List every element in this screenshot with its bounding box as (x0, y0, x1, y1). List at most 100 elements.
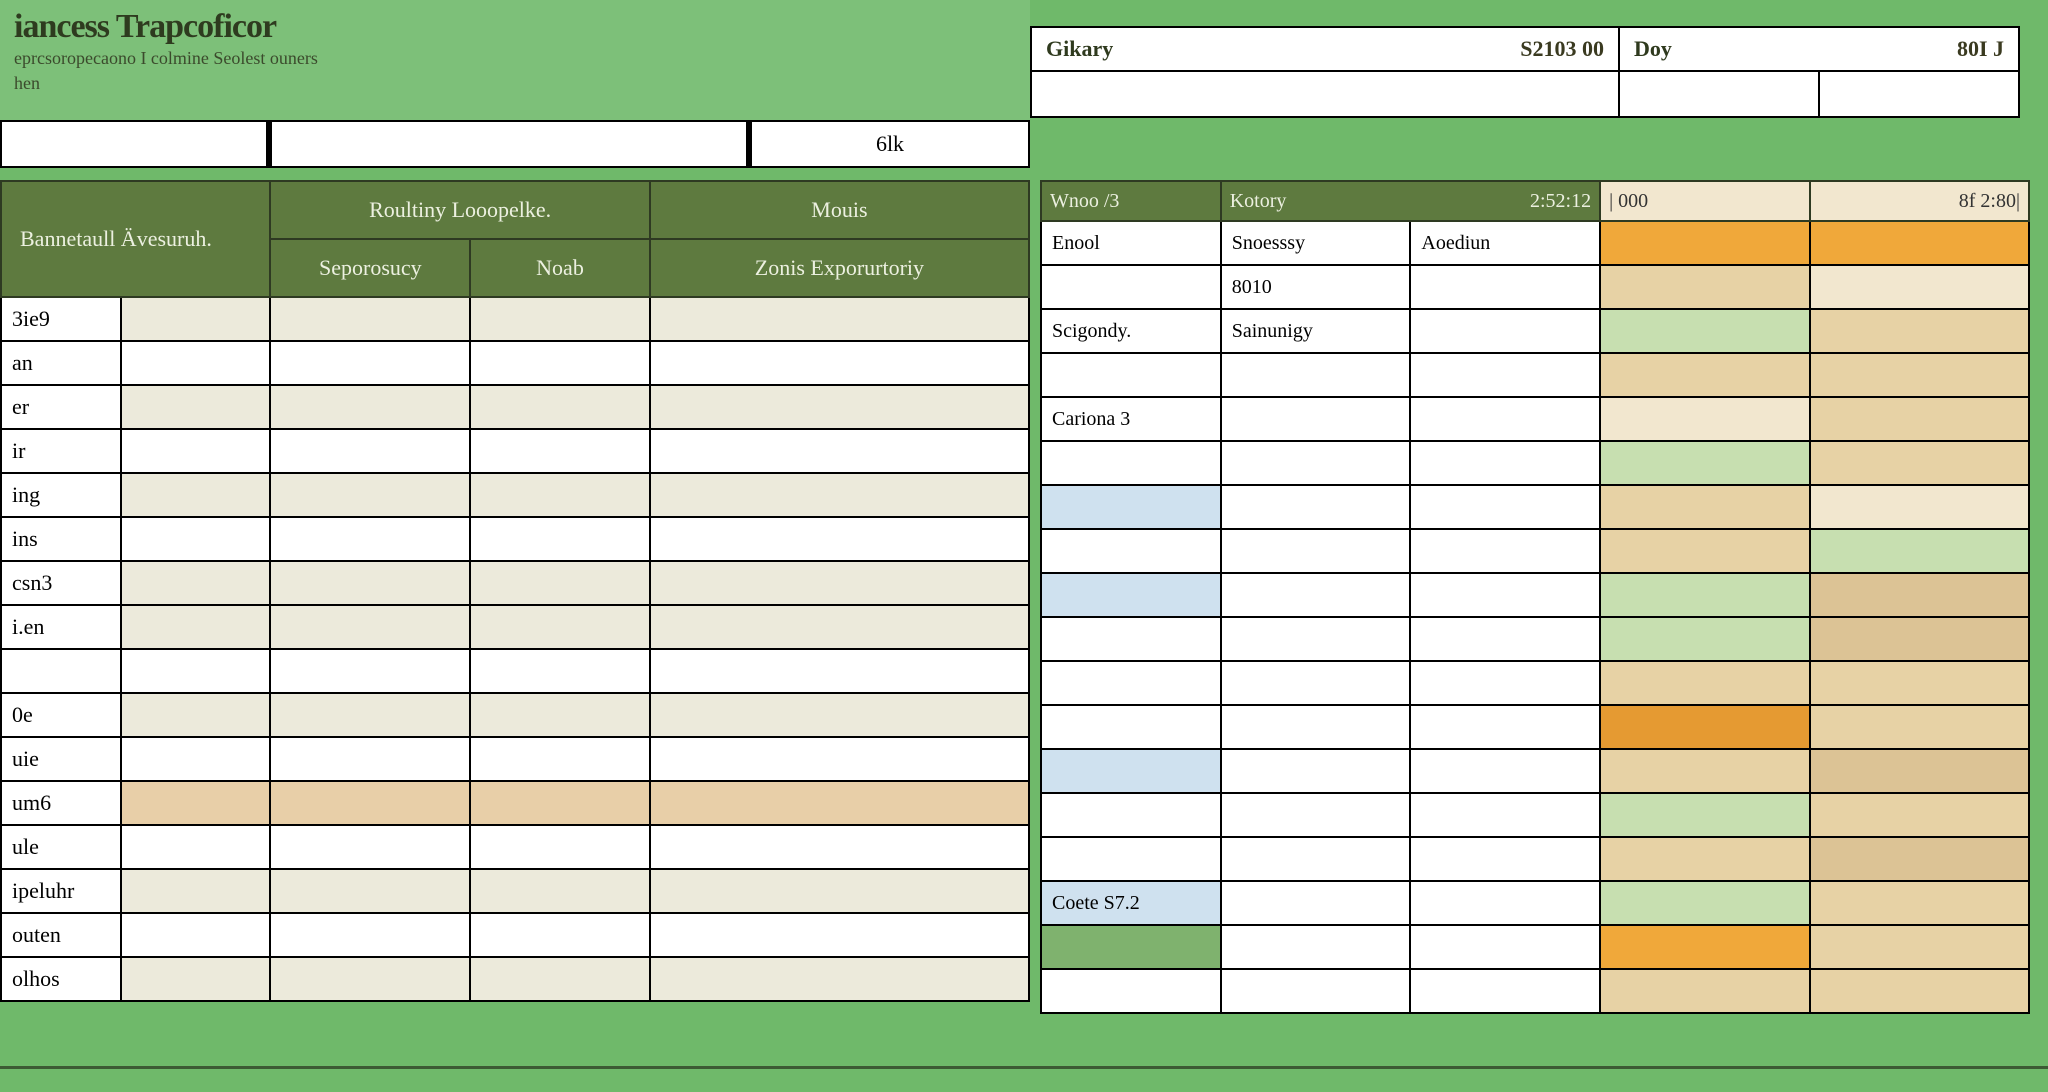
left-cell[interactable] (121, 913, 271, 957)
right-cell[interactable] (1810, 529, 2029, 573)
right-cell[interactable] (1221, 705, 1411, 749)
right-cell[interactable] (1410, 441, 1600, 485)
left-cell[interactable] (470, 517, 650, 561)
right-cell[interactable] (1410, 925, 1600, 969)
right-cell[interactable] (1600, 749, 1809, 793)
left-cell[interactable] (121, 957, 271, 1001)
left-cell[interactable] (650, 693, 1029, 737)
right-cell[interactable] (1600, 265, 1809, 309)
right-cell[interactable] (1600, 617, 1809, 661)
left-cell[interactable] (650, 561, 1029, 605)
left-cell[interactable] (470, 693, 650, 737)
right-cell[interactable] (1221, 793, 1411, 837)
right-cell[interactable] (1041, 705, 1221, 749)
left-cell[interactable] (470, 297, 650, 341)
right-cell[interactable] (1410, 529, 1600, 573)
left-cell[interactable] (470, 473, 650, 517)
left-row-label[interactable]: ing (1, 473, 121, 517)
left-row-label[interactable]: olhos (1, 957, 121, 1001)
strip-cell-a[interactable] (0, 120, 270, 168)
left-row-label[interactable]: outen (1, 913, 121, 957)
left-cell[interactable] (470, 561, 650, 605)
left-cell[interactable] (121, 737, 271, 781)
left-cell[interactable] (270, 649, 470, 693)
left-cell[interactable] (470, 385, 650, 429)
summary-empty-2[interactable] (1820, 72, 2020, 118)
left-cell[interactable] (270, 737, 470, 781)
right-cell[interactable] (1600, 353, 1809, 397)
right-cell[interactable] (1041, 617, 1221, 661)
left-cell[interactable] (650, 737, 1029, 781)
left-cell[interactable] (270, 385, 470, 429)
left-cell[interactable] (270, 957, 470, 1001)
left-row-label[interactable]: ins (1, 517, 121, 561)
right-cell[interactable] (1600, 705, 1809, 749)
right-cell[interactable] (1221, 353, 1411, 397)
right-cell[interactable] (1600, 309, 1809, 353)
right-cell[interactable] (1600, 925, 1809, 969)
right-cell[interactable] (1810, 221, 2029, 265)
right-cell[interactable] (1041, 265, 1221, 309)
right-cell[interactable] (1221, 485, 1411, 529)
left-row-label[interactable]: 0e (1, 693, 121, 737)
right-cell[interactable] (1600, 221, 1809, 265)
right-cell[interactable] (1810, 353, 2029, 397)
left-cell[interactable] (121, 825, 271, 869)
right-cell[interactable] (1221, 397, 1411, 441)
left-cell[interactable] (270, 913, 470, 957)
right-cell[interactable] (1221, 969, 1411, 1013)
right-cell[interactable] (1600, 793, 1809, 837)
right-cell[interactable] (1810, 397, 2029, 441)
right-cell[interactable] (1810, 793, 2029, 837)
left-cell[interactable] (270, 693, 470, 737)
right-cell[interactable] (1810, 925, 2029, 969)
left-cell[interactable] (470, 737, 650, 781)
left-cell[interactable] (270, 517, 470, 561)
left-row-label[interactable]: um6 (1, 781, 121, 825)
left-cell[interactable] (470, 957, 650, 1001)
right-cell[interactable] (1410, 309, 1600, 353)
right-cell[interactable] (1810, 705, 2029, 749)
left-cell[interactable] (470, 341, 650, 385)
left-cell[interactable] (121, 385, 271, 429)
left-row-label[interactable]: ir (1, 429, 121, 473)
right-cell[interactable] (1600, 573, 1809, 617)
right-cell[interactable] (1410, 661, 1600, 705)
left-cell[interactable] (650, 957, 1029, 1001)
right-cell[interactable] (1810, 485, 2029, 529)
left-row-label[interactable]: uie (1, 737, 121, 781)
left-cell[interactable] (121, 429, 271, 473)
right-cell[interactable] (1810, 573, 2029, 617)
right-cell[interactable] (1600, 881, 1809, 925)
right-cell[interactable] (1041, 793, 1221, 837)
right-cell[interactable] (1221, 881, 1411, 925)
right-cell[interactable]: Enool (1041, 221, 1221, 265)
left-cell[interactable] (470, 429, 650, 473)
left-cell[interactable] (470, 649, 650, 693)
right-cell[interactable] (1410, 397, 1600, 441)
left-cell[interactable] (121, 561, 271, 605)
right-cell[interactable] (1041, 749, 1221, 793)
right-cell[interactable] (1410, 881, 1600, 925)
right-cell[interactable] (1041, 925, 1221, 969)
left-cell[interactable] (270, 297, 470, 341)
right-cell[interactable] (1600, 837, 1809, 881)
right-cell[interactable]: 8010 (1221, 265, 1411, 309)
right-cell[interactable] (1041, 969, 1221, 1013)
left-cell[interactable] (270, 825, 470, 869)
left-cell[interactable] (650, 517, 1029, 561)
right-cell[interactable] (1600, 661, 1809, 705)
left-cell[interactable] (650, 297, 1029, 341)
left-cell[interactable] (121, 693, 271, 737)
left-cell[interactable] (650, 825, 1029, 869)
right-cell[interactable] (1810, 617, 2029, 661)
right-cell[interactable] (1810, 749, 2029, 793)
right-cell[interactable] (1410, 573, 1600, 617)
right-cell[interactable] (1810, 441, 2029, 485)
right-cell[interactable] (1600, 969, 1809, 1013)
summary-empty-1[interactable] (1620, 72, 1820, 118)
right-cell[interactable] (1600, 529, 1809, 573)
left-cell[interactable] (270, 605, 470, 649)
right-cell[interactable] (1041, 485, 1221, 529)
right-cell[interactable] (1410, 485, 1600, 529)
